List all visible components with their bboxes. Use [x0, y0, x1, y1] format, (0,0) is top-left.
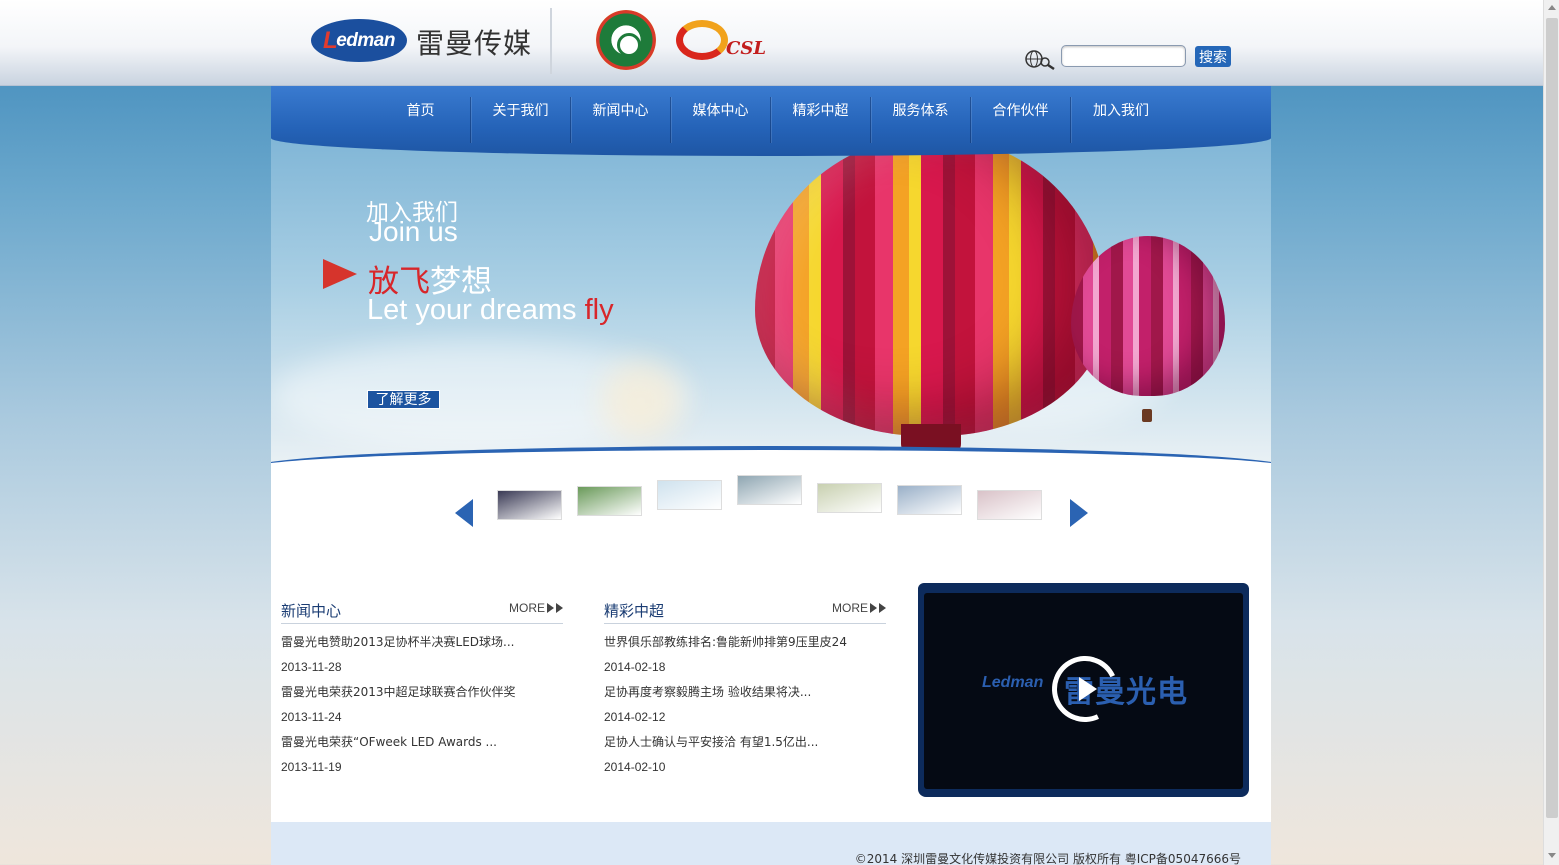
site-header: Ledman 雷曼传媒 CSL 搜索 — [0, 0, 1543, 86]
nav-item[interactable]: 加入我们 — [1071, 97, 1171, 143]
hot-air-balloon-large — [755, 136, 1107, 454]
nav-item[interactable]: 合作伙伴 — [971, 97, 1071, 143]
thumbnail[interactable] — [577, 486, 642, 516]
thumbnail[interactable] — [897, 485, 962, 515]
list-item-title[interactable]: 雷曼光电赞助2013足协杯半决赛LED球场... — [281, 630, 563, 655]
thumbnail[interactable] — [737, 475, 802, 505]
list-item-date: 2013-11-24 — [281, 710, 342, 724]
nav-item[interactable]: 精彩中超 — [771, 97, 871, 143]
more-arrow-icon — [870, 603, 877, 613]
learn-more-button[interactable]: 了解更多 — [367, 390, 440, 409]
banner-curve — [271, 446, 1271, 476]
copyright-text: ©2014 深圳雷曼文化传媒投资有限公司 版权所有 粤ICP备05047666号 — [854, 852, 1241, 865]
page-scrollbar[interactable] — [1543, 0, 1559, 865]
thumb-prev-arrow-icon[interactable] — [455, 499, 473, 527]
play-icon[interactable] — [1079, 677, 1097, 701]
globe-search-icon — [1025, 50, 1055, 71]
scroll-thumb[interactable] — [1546, 18, 1558, 818]
video-player[interactable]: Ledman 雷曼光电 — [918, 583, 1249, 797]
video-logo-text: Ledman — [982, 674, 1044, 691]
logo-letter: L — [323, 26, 338, 54]
logo-text: edman — [336, 29, 395, 51]
slogan-en-red: fly — [584, 294, 614, 326]
hot-air-balloon-small — [1071, 236, 1225, 396]
thumbnail[interactable] — [977, 490, 1042, 520]
cfa-emblem-icon[interactable] — [596, 10, 656, 70]
thumbnail[interactable] — [657, 480, 722, 510]
nav-item[interactable]: 关于我们 — [471, 97, 571, 143]
header-divider — [550, 8, 552, 74]
nav-item[interactable]: 服务体系 — [871, 97, 971, 143]
thumbnail[interactable] — [817, 483, 882, 513]
thumb-next-arrow-icon[interactable] — [1070, 499, 1088, 527]
banner-slogan-en: Let your dreams fly — [367, 294, 614, 327]
csl-more-link[interactable]: MORE — [832, 601, 886, 615]
banner-title-en: Join us — [369, 216, 458, 247]
more-arrow-icon — [879, 603, 886, 613]
list-item-title[interactable]: 足协再度考察毅腾主场 验收结果将决... — [604, 680, 886, 705]
search-input[interactable] — [1061, 45, 1186, 67]
scroll-down-arrow-icon[interactable] — [1548, 853, 1556, 858]
csl-title: 精彩中超 — [604, 602, 665, 620]
csl-swirl-icon — [676, 20, 728, 60]
footer: ©2014 深圳雷曼文化传媒投资有限公司 版权所有 粤ICP备05047666号 — [271, 822, 1271, 865]
balloon-basket — [1142, 409, 1152, 422]
list-item-date: 2013-11-19 — [281, 760, 342, 774]
list-item-title[interactable]: 雷曼光电荣获2013中超足球联赛合作伙伴奖 — [281, 680, 563, 705]
list-item-title[interactable]: 世界俱乐部教练排名:鲁能新帅排第9压里皮24 — [604, 630, 886, 655]
ledman-logo[interactable]: Ledman — [311, 19, 407, 62]
news-section: 新闻中心 MORE 雷曼光电赞助2013足协杯半决赛LED球场... 2013-1… — [281, 596, 563, 780]
news-more-label: MORE — [509, 601, 545, 615]
csl-logo-text: CSL — [726, 38, 766, 59]
csl-header: 精彩中超 MORE — [604, 596, 886, 624]
hero-banner: 加入我们 Join us 放飞梦想 Let your dreams fly 了解… — [271, 131, 1271, 476]
list-item-date: 2014-02-18 — [604, 660, 666, 674]
news-more-link[interactable]: MORE — [509, 601, 563, 615]
list-item-title[interactable]: 足协人士确认与平安接洽 有望1.5亿出... — [604, 730, 886, 755]
thumbnail[interactable] — [497, 490, 562, 520]
nav-list: 首页 关于我们 新闻中心 媒体中心 精彩中超 服务体系 合作伙伴 加入我们 — [371, 97, 1171, 143]
csl-list: 世界俱乐部教练排名:鲁能新帅排第9压里皮24 2014-02-18 足协再度考察毅腾… — [604, 624, 886, 780]
news-list: 雷曼光电赞助2013足协杯半决赛LED球场... 2013-11-28 雷曼光电荣获… — [281, 624, 563, 780]
banner-sun-glow — [601, 361, 681, 441]
more-arrow-icon — [556, 603, 563, 613]
main-nav: 首页 关于我们 新闻中心 媒体中心 精彩中超 服务体系 合作伙伴 加入我们 — [271, 86, 1271, 156]
nav-item[interactable]: 媒体中心 — [671, 97, 771, 143]
nav-item[interactable]: 新闻中心 — [571, 97, 671, 143]
brand-name[interactable]: 雷曼传媒 — [416, 22, 532, 62]
csl-logo[interactable]: CSL — [676, 16, 772, 64]
csl-more-label: MORE — [832, 601, 868, 615]
csl-section: 精彩中超 MORE 世界俱乐部教练排名:鲁能新帅排第9压里皮24 2014-02-… — [604, 596, 886, 780]
news-header: 新闻中心 MORE — [281, 596, 563, 624]
list-item-title[interactable]: 雷曼光电荣获“OFweek LED Awards ... — [281, 730, 563, 755]
list-item-date: 2014-02-12 — [604, 710, 666, 724]
red-arrow-icon — [323, 259, 357, 289]
slogan-en-white: Let your dreams — [367, 294, 585, 326]
search-button[interactable]: 搜索 — [1195, 46, 1231, 67]
more-arrow-icon — [547, 603, 554, 613]
nav-item[interactable]: 首页 — [371, 97, 471, 143]
list-item-date: 2014-02-10 — [604, 760, 666, 774]
main-container: 加入我们 Join us 放飞梦想 Let your dreams fly 了解… — [271, 86, 1271, 865]
news-title: 新闻中心 — [281, 602, 342, 620]
scroll-up-arrow-icon[interactable] — [1548, 5, 1556, 10]
video-screen[interactable]: Ledman 雷曼光电 — [924, 593, 1243, 789]
list-item-date: 2013-11-28 — [281, 660, 342, 674]
